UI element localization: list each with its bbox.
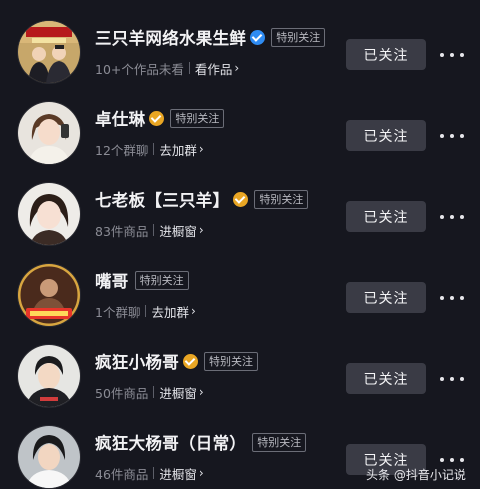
name-line: 七老板【三只羊】 特别关注 [95, 187, 309, 211]
avatar[interactable] [18, 345, 80, 407]
watermark-text: 头条 @抖音小记说 [366, 468, 466, 482]
stat-text: 83件商品 [95, 223, 149, 239]
action-link[interactable]: 进橱窗 [159, 383, 197, 402]
action-link[interactable]: 进橱窗 [159, 221, 197, 240]
list-item[interactable]: 嘴哥 特别关注 1个群聊 去加群 › 已关注 [0, 246, 480, 327]
avatar[interactable] [18, 264, 80, 326]
sub-line: 12个群聊 去加群 › [95, 139, 204, 159]
more-options-icon[interactable] [440, 369, 464, 389]
special-follow-tag: 特别关注 [252, 432, 307, 452]
chevron-right-icon: › [198, 142, 204, 156]
divider [153, 143, 155, 155]
watermark: 头条 @抖音小记说 [366, 466, 466, 483]
divider [188, 62, 190, 74]
stat-text: 1个群聊 [95, 304, 141, 320]
chevron-right-icon: › [198, 466, 204, 480]
name-line: 卓仕琳 特别关注 [95, 106, 225, 130]
action-link[interactable]: 去加群 [151, 302, 189, 321]
sub-line: 50件商品 进橱窗 › [95, 382, 204, 402]
more-options-icon[interactable] [440, 126, 464, 146]
chevron-right-icon: › [190, 304, 196, 318]
sub-line: 46件商品 进橱窗 › [95, 463, 204, 483]
verified-gold-icon [183, 353, 198, 369]
stat-text: 10+个作品未看 [95, 61, 184, 77]
stat-text: 12个群聊 [95, 142, 149, 158]
avatar[interactable] [18, 102, 80, 164]
name-line: 疯狂小杨哥 特别关注 [95, 349, 258, 373]
user-name[interactable]: 七老板【三只羊】 [95, 187, 229, 211]
sub-line: 83件商品 进橱窗 › [95, 220, 204, 240]
divider [145, 305, 147, 317]
following-button[interactable]: 已关注 [346, 363, 426, 394]
more-options-icon[interactable] [440, 207, 464, 227]
user-name[interactable]: 嘴哥 [95, 268, 129, 292]
following-button[interactable]: 已关注 [346, 39, 426, 70]
list-item[interactable]: 疯狂小杨哥 特别关注 50件商品 进橱窗 › 已关注 [0, 327, 480, 408]
following-button[interactable]: 已关注 [346, 282, 426, 313]
action-link[interactable]: 去加群 [159, 140, 197, 159]
verified-gold-icon [233, 191, 249, 207]
verified-gold-icon [149, 110, 165, 126]
more-options-icon[interactable] [440, 288, 464, 308]
stat-text: 50件商品 [95, 385, 149, 401]
special-follow-tag: 特别关注 [134, 270, 189, 290]
special-follow-tag: 特别关注 [254, 189, 309, 209]
special-follow-tag: 特别关注 [170, 108, 225, 128]
sub-line: 10+个作品未看 看作品 › [95, 58, 239, 78]
verified-blue-icon [250, 29, 266, 45]
divider [153, 224, 155, 236]
chevron-right-icon: › [234, 61, 240, 75]
user-name[interactable]: 疯狂小杨哥 [95, 349, 179, 373]
action-link[interactable]: 看作品 [195, 59, 233, 78]
following-button[interactable]: 已关注 [346, 201, 426, 232]
list-item[interactable]: 七老板【三只羊】 特别关注 83件商品 进橱窗 › 已关注 [0, 165, 480, 246]
avatar[interactable] [18, 21, 80, 83]
divider [153, 386, 155, 398]
more-options-icon[interactable] [440, 45, 464, 65]
special-follow-tag: 特别关注 [271, 27, 326, 47]
special-follow-tag: 特别关注 [204, 351, 258, 371]
chevron-right-icon: › [198, 385, 204, 399]
user-name[interactable]: 三只羊网络水果生鲜 [95, 25, 246, 49]
name-line: 三只羊网络水果生鲜 特别关注 [95, 25, 326, 49]
avatar[interactable] [18, 426, 80, 488]
list-item[interactable]: 卓仕琳 特别关注 12个群聊 去加群 › 已关注 [0, 84, 480, 165]
user-name[interactable]: 卓仕琳 [95, 106, 145, 130]
user-name[interactable]: 疯狂大杨哥（日常） [95, 430, 246, 454]
avatar[interactable] [18, 183, 80, 245]
chevron-right-icon: › [198, 223, 204, 237]
divider [153, 467, 155, 479]
following-button[interactable]: 已关注 [346, 120, 426, 151]
name-line: 疯狂大杨哥（日常） 特别关注 [95, 430, 307, 454]
list-item[interactable]: 三只羊网络水果生鲜 特别关注 10+个作品未看 看作品 › 已关注 [0, 3, 480, 84]
name-line: 嘴哥 特别关注 [95, 268, 189, 292]
sub-line: 1个群聊 去加群 › [95, 301, 196, 321]
